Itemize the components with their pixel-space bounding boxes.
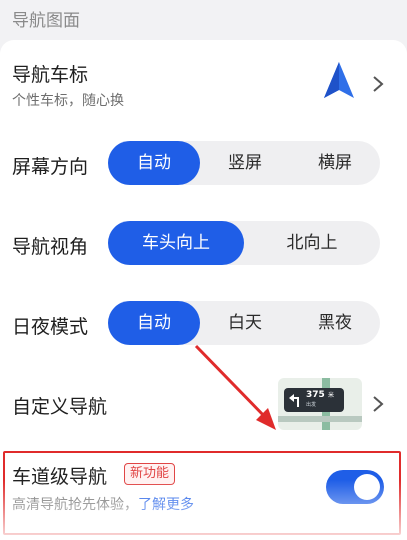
toggle-knob [354,474,380,500]
lane-nav-toggle[interactable] [326,470,384,504]
screen-orientation-option-auto[interactable]: 自动 [108,141,200,185]
day-night-segmented: 自动 白天 黑夜 [108,301,380,345]
day-night-option-night[interactable]: 黑夜 [290,301,380,345]
nav-view-option-heading-up[interactable]: 车头向上 [108,221,244,265]
preview-guidance-panel: 375 米 出发 [284,388,344,412]
annotation-arrow [194,344,276,430]
day-night-option-auto[interactable]: 自动 [108,301,200,345]
custom-nav-label: 自定义导航 [12,396,108,418]
day-night-option-day[interactable]: 白天 [200,301,290,345]
screen-orientation-label: 屏幕方向 [12,156,89,178]
screen-orientation-segmented: 自动 竖屏 横屏 [108,141,380,185]
new-feature-badge: 新功能 [124,463,176,485]
preview-distance: 375 米 [306,390,334,400]
custom-nav-preview: 375 米 出发 [278,378,362,430]
screen-orientation-option-portrait[interactable]: 竖屏 [200,141,290,185]
nav-view-segmented: 车头向上 北向上 [108,221,380,265]
vehicle-icon-subtitle: 个性车标，随心换 [12,93,124,109]
chevron-right-icon[interactable] [371,74,385,94]
preview-street: 出发 [306,402,317,408]
preview-road [278,416,362,422]
day-night-label: 日夜模式 [12,316,89,338]
nav-view-option-north-up[interactable]: 北向上 [244,221,380,265]
navigation-arrow-icon [324,62,354,98]
chevron-right-icon[interactable] [371,394,385,414]
turn-left-icon [289,394,299,407]
vehicle-icon-title: 导航车标 [12,64,89,86]
lane-nav-label: 车道级导航 [12,466,108,488]
screen-orientation-option-landscape[interactable]: 横屏 [290,141,380,185]
section-header: 导航图面 [12,11,80,31]
nav-view-label: 导航视角 [12,236,89,258]
lane-nav-subtitle: 高清导航抢先体验，了解更多 [12,497,194,513]
learn-more-link[interactable]: 了解更多 [138,497,194,513]
